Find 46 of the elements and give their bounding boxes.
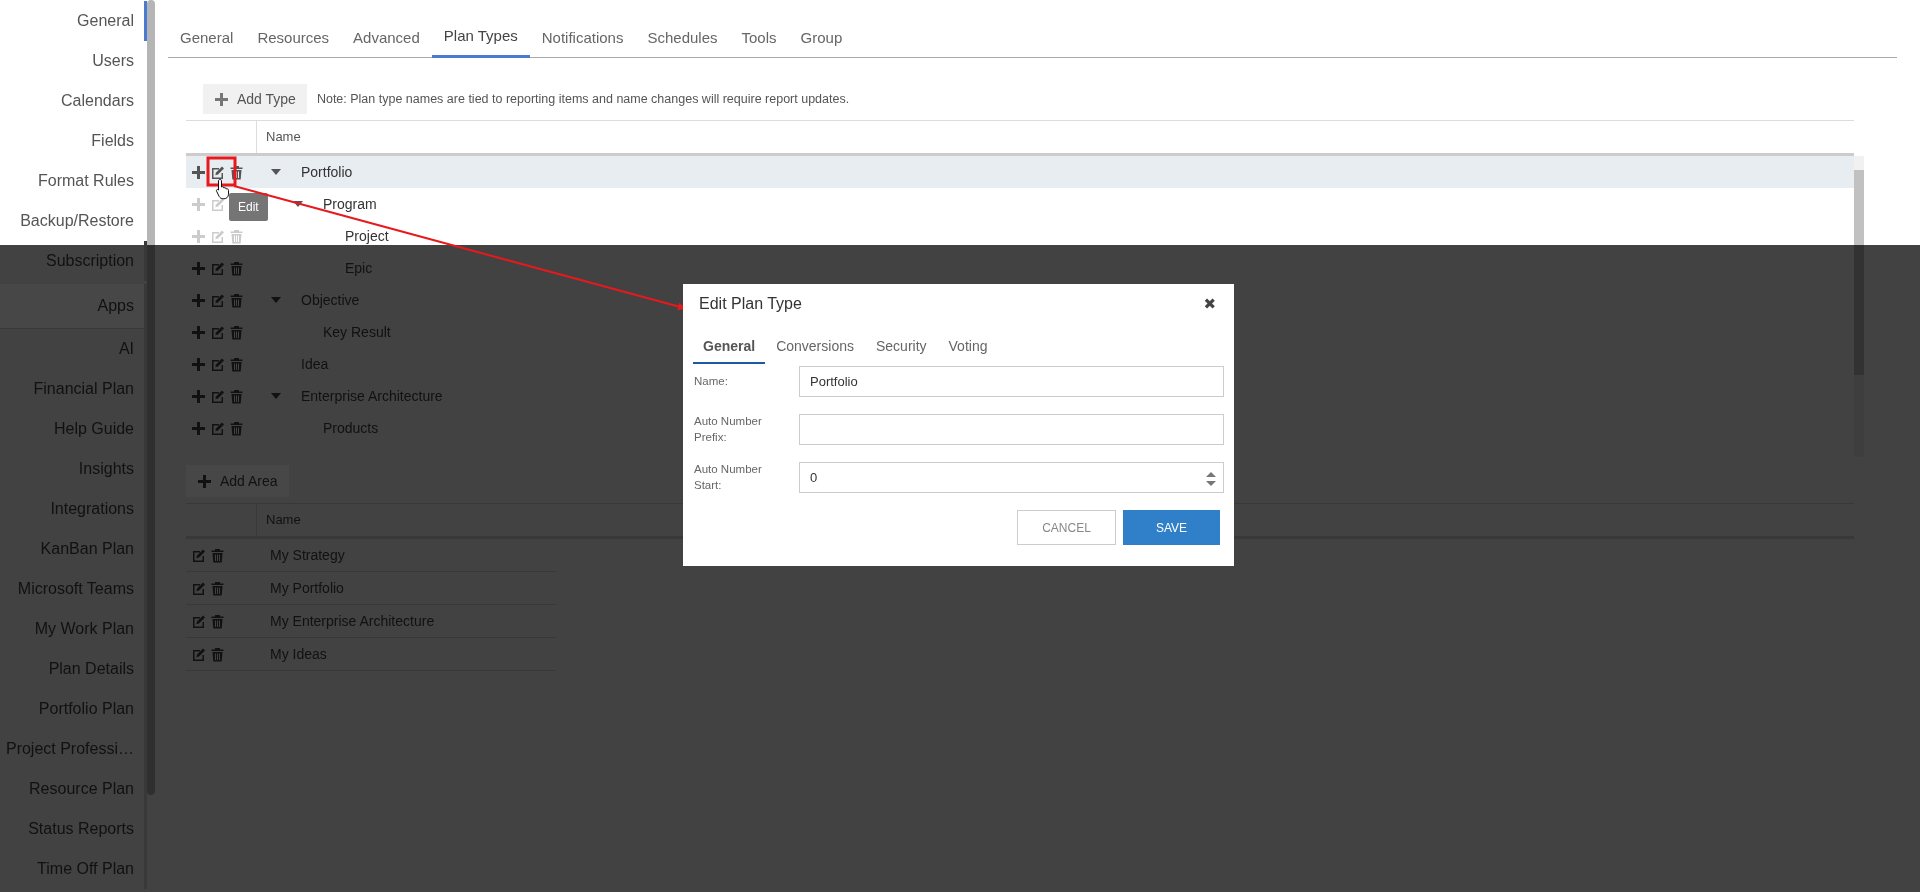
field-label: Auto Number Prefix: [694, 414, 763, 446]
sidebar-item[interactable]: Format Rules [0, 161, 147, 201]
highlight-box [206, 156, 237, 187]
sidebar-item[interactable]: Users [0, 41, 147, 81]
tab[interactable]: Schedules [635, 29, 730, 58]
tab[interactable]: Security [864, 338, 938, 364]
plus-icon [214, 91, 229, 107]
plus-icon [197, 473, 212, 489]
dialog-title: Edit Plan Type [699, 295, 802, 313]
input-field[interactable] [799, 413, 1224, 445]
scrollbar[interactable] [147, 0, 155, 795]
caret-icon[interactable] [271, 169, 281, 175]
scrollbar[interactable] [1854, 156, 1864, 457]
tree-item-label[interactable]: Program [323, 196, 377, 212]
field-label: Name: [694, 374, 729, 390]
tab[interactable]: Conversions [765, 338, 865, 364]
tooltip: Edit [229, 193, 268, 221]
sidebar-item[interactable]: Backup/Restore [0, 201, 147, 241]
tab[interactable]: Advanced [341, 29, 432, 58]
caret-icon[interactable] [293, 201, 303, 207]
hand-cursor-icon [215, 178, 231, 200]
spinner-icon[interactable] [1206, 471, 1216, 486]
tab[interactable]: Resources [245, 29, 342, 58]
plus-icon[interactable] [191, 164, 206, 180]
sidebar-item[interactable]: Fields [0, 121, 147, 161]
tab[interactable]: Tools [729, 29, 789, 58]
save-button[interactable]: SAVE [1123, 510, 1220, 546]
add-button[interactable]: Add Type [203, 84, 307, 114]
input-field[interactable]: Portfolio [799, 366, 1224, 397]
trash-icon[interactable] [229, 164, 244, 180]
field-label: Auto Number Start: [694, 462, 763, 494]
tab[interactable]: Plan Types [431, 27, 530, 58]
note-text: Note: Plan type names are tied to reporting items and name changes will require report updates. [316, 92, 850, 106]
cancel-button[interactable]: CANCEL [1017, 510, 1116, 546]
close-button[interactable]: ✖ [1199, 295, 1220, 313]
tree-item-label[interactable]: Portfolio [301, 164, 353, 180]
tab[interactable]: General [693, 338, 766, 364]
tree-item-label[interactable]: Project [345, 228, 389, 244]
tab[interactable]: Group [788, 29, 855, 58]
tab[interactable]: Notifications [529, 29, 636, 58]
selected-tree-row[interactable]: Portfolio [186, 156, 1854, 188]
tab[interactable]: Voting [937, 338, 999, 364]
tab[interactable]: General [168, 29, 246, 58]
number-field[interactable]: 0 [799, 461, 1224, 493]
sidebar-item[interactable]: Calendars [0, 81, 147, 121]
column-header[interactable]: Name [257, 121, 301, 153]
